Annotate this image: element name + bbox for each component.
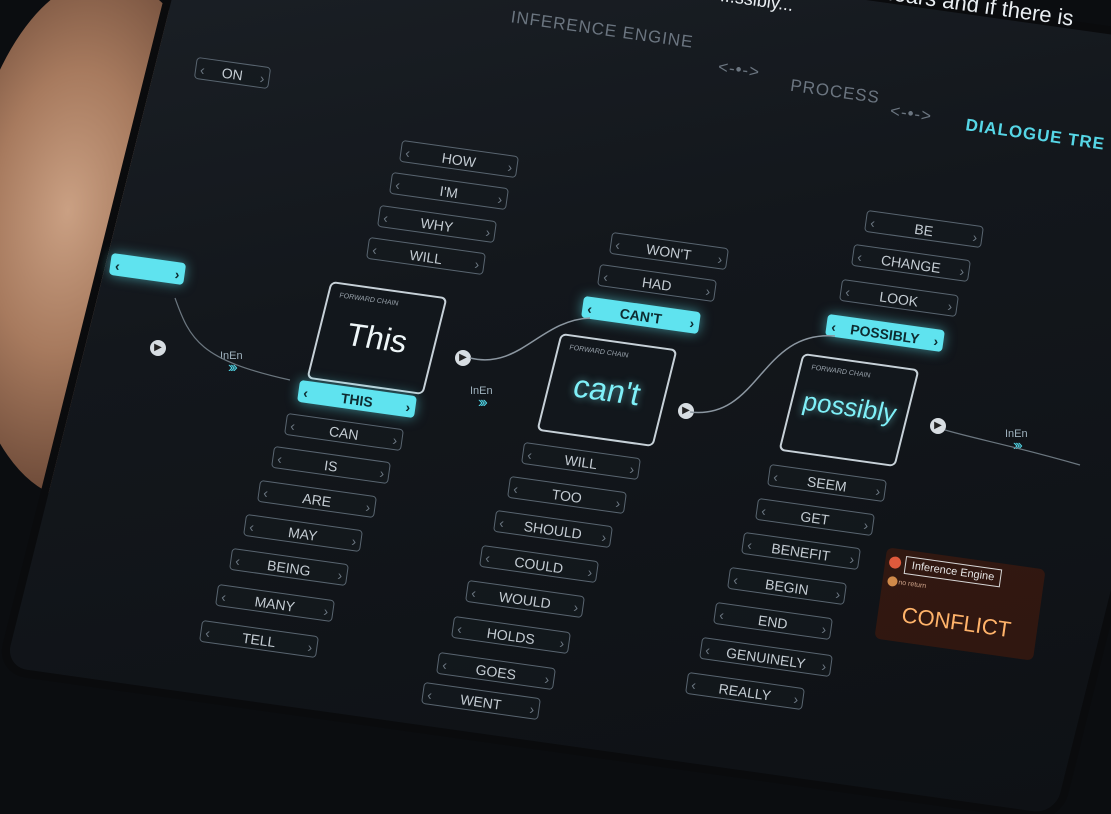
wire-1-2 (469, 317, 591, 361)
wire-3-out (944, 429, 1081, 466)
wire-0-1 (174, 297, 291, 381)
wire-2-3 (689, 335, 836, 414)
dialogue-tree-canvas: ...ears and if there is ...ssibly... INF… (0, 0, 1111, 721)
connection-wires (174, 297, 1081, 466)
